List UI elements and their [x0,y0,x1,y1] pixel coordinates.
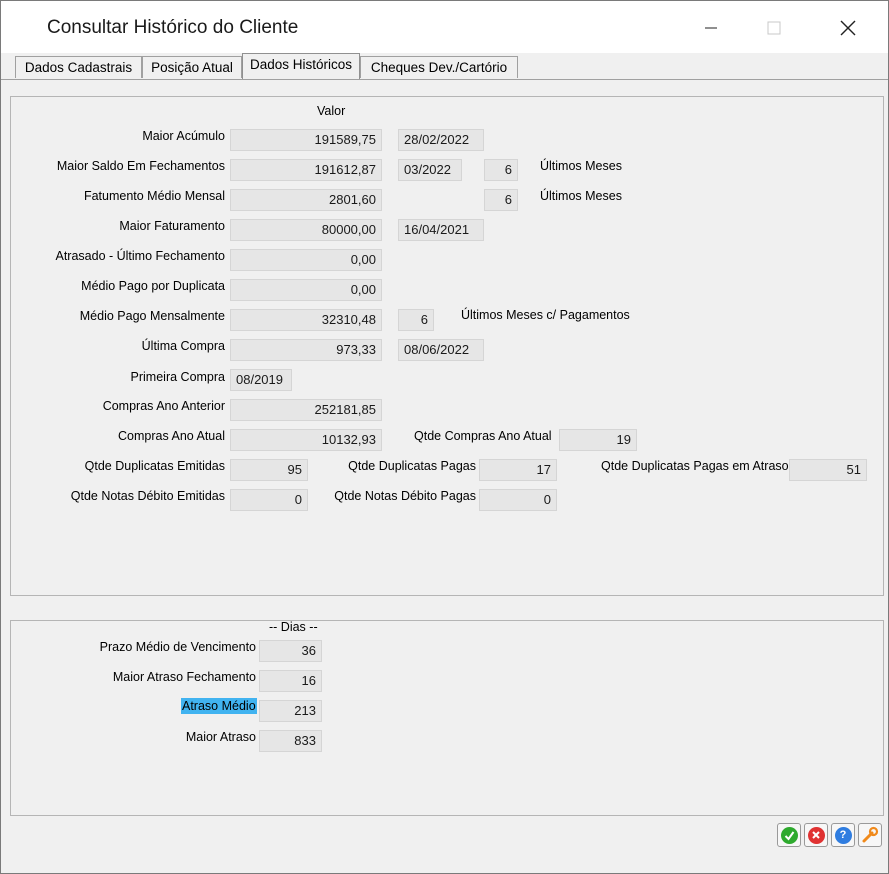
maior-faturamento-date[interactable]: 16/04/2021 [398,219,484,241]
duplicatas-pagas-label: Qtde Duplicatas Pagas [348,459,476,473]
primeira-compra-label: Primeira Compra [130,370,225,384]
qtde-compras-ano-atual-label: Qtde Compras Ano Atual [414,429,552,443]
ultima-compra-value[interactable]: 973,33 [230,339,382,361]
tab-dados-cadastrais[interactable]: Dados Cadastrais [15,56,142,78]
notas-debito-emitidas-value[interactable]: 0 [230,489,308,511]
duplicatas-emitidas-value[interactable]: 95 [230,459,308,481]
maior-acumulo-label: Maior Acúmulo [142,129,225,143]
maior-saldo-month[interactable]: 03/2022 [398,159,462,181]
prazo-medio-value[interactable]: 36 [259,640,322,662]
tools-button[interactable] [858,823,882,847]
cancel-icon [807,826,825,844]
maior-faturamento-value[interactable]: 80000,00 [230,219,382,241]
medio-pago-mensal-label: Médio Pago Mensalmente [79,309,225,323]
help-icon: ? [834,826,852,844]
maior-saldo-months[interactable]: 6 [484,159,518,181]
maior-atraso-value[interactable]: 833 [259,730,322,752]
atrasado-value[interactable]: 0,00 [230,249,382,271]
duplicatas-pagas-value[interactable]: 17 [479,459,557,481]
confirm-button[interactable] [777,823,801,847]
atrasado-label: Atrasado - Último Fechamento [55,249,225,263]
valor-header: Valor [317,104,346,118]
tab-divider [1,79,888,80]
window-title: Consultar Histórico do Cliente [47,17,299,38]
maior-saldo-label: Maior Saldo Em Fechamentos [56,159,225,173]
title-bar: Consultar Histórico do Cliente [1,1,888,53]
atraso-medio-value[interactable]: 213 [259,700,322,722]
medio-pago-mensal-value[interactable]: 32310,48 [230,309,382,331]
maximize-icon [767,21,781,35]
compras-ano-anterior-label: Compras Ano Anterior [102,399,225,413]
medio-pago-duplicata-label: Médio Pago por Duplicata [81,279,225,293]
maximize-button[interactable] [751,9,797,47]
qtde-compras-ano-atual-value[interactable]: 19 [559,429,637,451]
maior-acumulo-value[interactable]: 191589,75 [230,129,382,151]
atraso-medio-label: Atraso Médio [181,698,257,714]
primeira-compra-value[interactable]: 08/2019 [230,369,292,391]
cancel-button[interactable] [804,823,828,847]
dias-header: -- Dias -- [269,620,318,634]
medio-pago-duplicata-value[interactable]: 0,00 [230,279,382,301]
medio-pago-mensal-months-label: Últimos Meses c/ Pagamentos [461,308,630,322]
maior-saldo-months-label: Últimos Meses [540,159,622,173]
ultima-compra-date[interactable]: 08/06/2022 [398,339,484,361]
maior-faturamento-label: Maior Faturamento [119,219,225,233]
close-icon [840,20,856,36]
window: Consultar Histórico do Cliente Dados Cad… [0,0,889,874]
maior-atraso-fechamento-value[interactable]: 16 [259,670,322,692]
duplicatas-atraso-label: Qtde Duplicatas Pagas em Atraso [601,459,789,473]
notas-debito-emitidas-label: Qtde Notas Débito Emitidas [70,489,225,503]
faturamento-medio-months[interactable]: 6 [484,189,518,211]
duplicatas-atraso-value[interactable]: 51 [789,459,867,481]
medio-pago-mensal-months[interactable]: 6 [398,309,434,331]
close-button[interactable] [825,9,871,47]
maior-saldo-value[interactable]: 191612,87 [230,159,382,181]
duplicatas-emitidas-label: Qtde Duplicatas Emitidas [84,459,225,473]
compras-ano-anterior-value[interactable]: 252181,85 [230,399,382,421]
compras-ano-atual-value[interactable]: 10132,93 [230,429,382,451]
check-icon [780,826,798,844]
maior-atraso-fechamento-label: Maior Atraso Fechamento [112,670,256,684]
faturamento-medio-months-label: Últimos Meses [540,189,622,203]
wrench-icon [862,826,879,843]
maior-atraso-label: Maior Atraso [185,730,256,744]
notas-debito-pagas-label: Qtde Notas Débito Pagas [334,489,476,503]
tab-dados-historicos[interactable]: Dados Históricos [242,53,360,79]
compras-ano-atual-label: Compras Ano Atual [117,429,225,443]
tab-posicao-atual[interactable]: Posição Atual [142,56,242,78]
help-button[interactable]: ? [831,823,855,847]
faturamento-medio-label: Fatumento Médio Mensal [83,189,225,203]
prazo-medio-label: Prazo Médio de Vencimento [99,640,256,654]
ultima-compra-label: Última Compra [141,339,225,353]
tab-cheques[interactable]: Cheques Dev./Cartório [360,56,518,78]
faturamento-medio-value[interactable]: 2801,60 [230,189,382,211]
notas-debito-pagas-value[interactable]: 0 [479,489,557,511]
minimize-icon [705,27,717,29]
maior-acumulo-date[interactable]: 28/02/2022 [398,129,484,151]
minimize-button[interactable] [688,9,734,47]
